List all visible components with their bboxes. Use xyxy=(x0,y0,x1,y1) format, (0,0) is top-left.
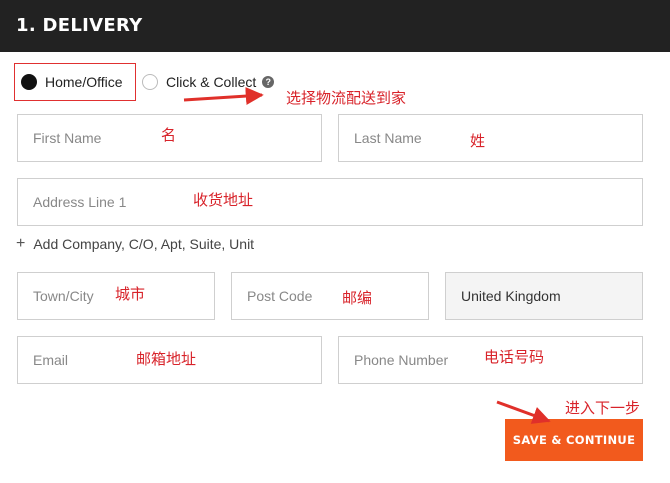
delivery-option-home[interactable]: Home/Office xyxy=(14,63,136,101)
address-line-1-field[interactable] xyxy=(17,178,643,226)
delivery-option-collect[interactable]: Click & Collect ? xyxy=(142,63,275,101)
annotation-city: 城市 xyxy=(115,285,146,303)
country-value: United Kingdom xyxy=(461,288,561,304)
last-name-input[interactable] xyxy=(339,115,642,161)
add-company-link[interactable]: + Add Company, C/O, Apt, Suite, Unit xyxy=(16,235,254,253)
plus-icon: + xyxy=(16,235,26,252)
annotation-next-step: 进入下一步 xyxy=(565,399,641,417)
add-company-label: Add Company, C/O, Apt, Suite, Unit xyxy=(33,236,255,252)
section-title: 1. DELIVERY xyxy=(16,15,143,36)
country-field[interactable]: United Kingdom xyxy=(445,272,643,320)
annotation-address: 收货地址 xyxy=(193,191,254,209)
annotation-first-name: 名 xyxy=(161,126,177,144)
annotation-postcode: 邮编 xyxy=(342,289,373,307)
save-continue-button[interactable]: SAVE & CONTINUE xyxy=(505,419,643,461)
last-name-field[interactable] xyxy=(338,114,643,162)
annotation-email: 邮箱地址 xyxy=(136,350,197,368)
annotation-delivery-method: 选择物流配送到家 xyxy=(286,89,407,107)
annotation-phone: 电话号码 xyxy=(484,348,545,366)
post-code-input[interactable] xyxy=(232,273,428,319)
section-header: 1. DELIVERY xyxy=(0,0,670,52)
help-icon[interactable]: ? xyxy=(262,76,275,88)
delivery-option-collect-label: Click & Collect xyxy=(166,74,257,90)
address-line-1-input[interactable] xyxy=(18,179,642,225)
radio-selected-icon[interactable] xyxy=(21,74,37,90)
delivery-option-home-label: Home/Office xyxy=(45,74,123,90)
post-code-field[interactable] xyxy=(231,272,429,320)
radio-unselected-icon[interactable] xyxy=(142,74,158,90)
annotation-last-name: 姓 xyxy=(470,132,486,150)
